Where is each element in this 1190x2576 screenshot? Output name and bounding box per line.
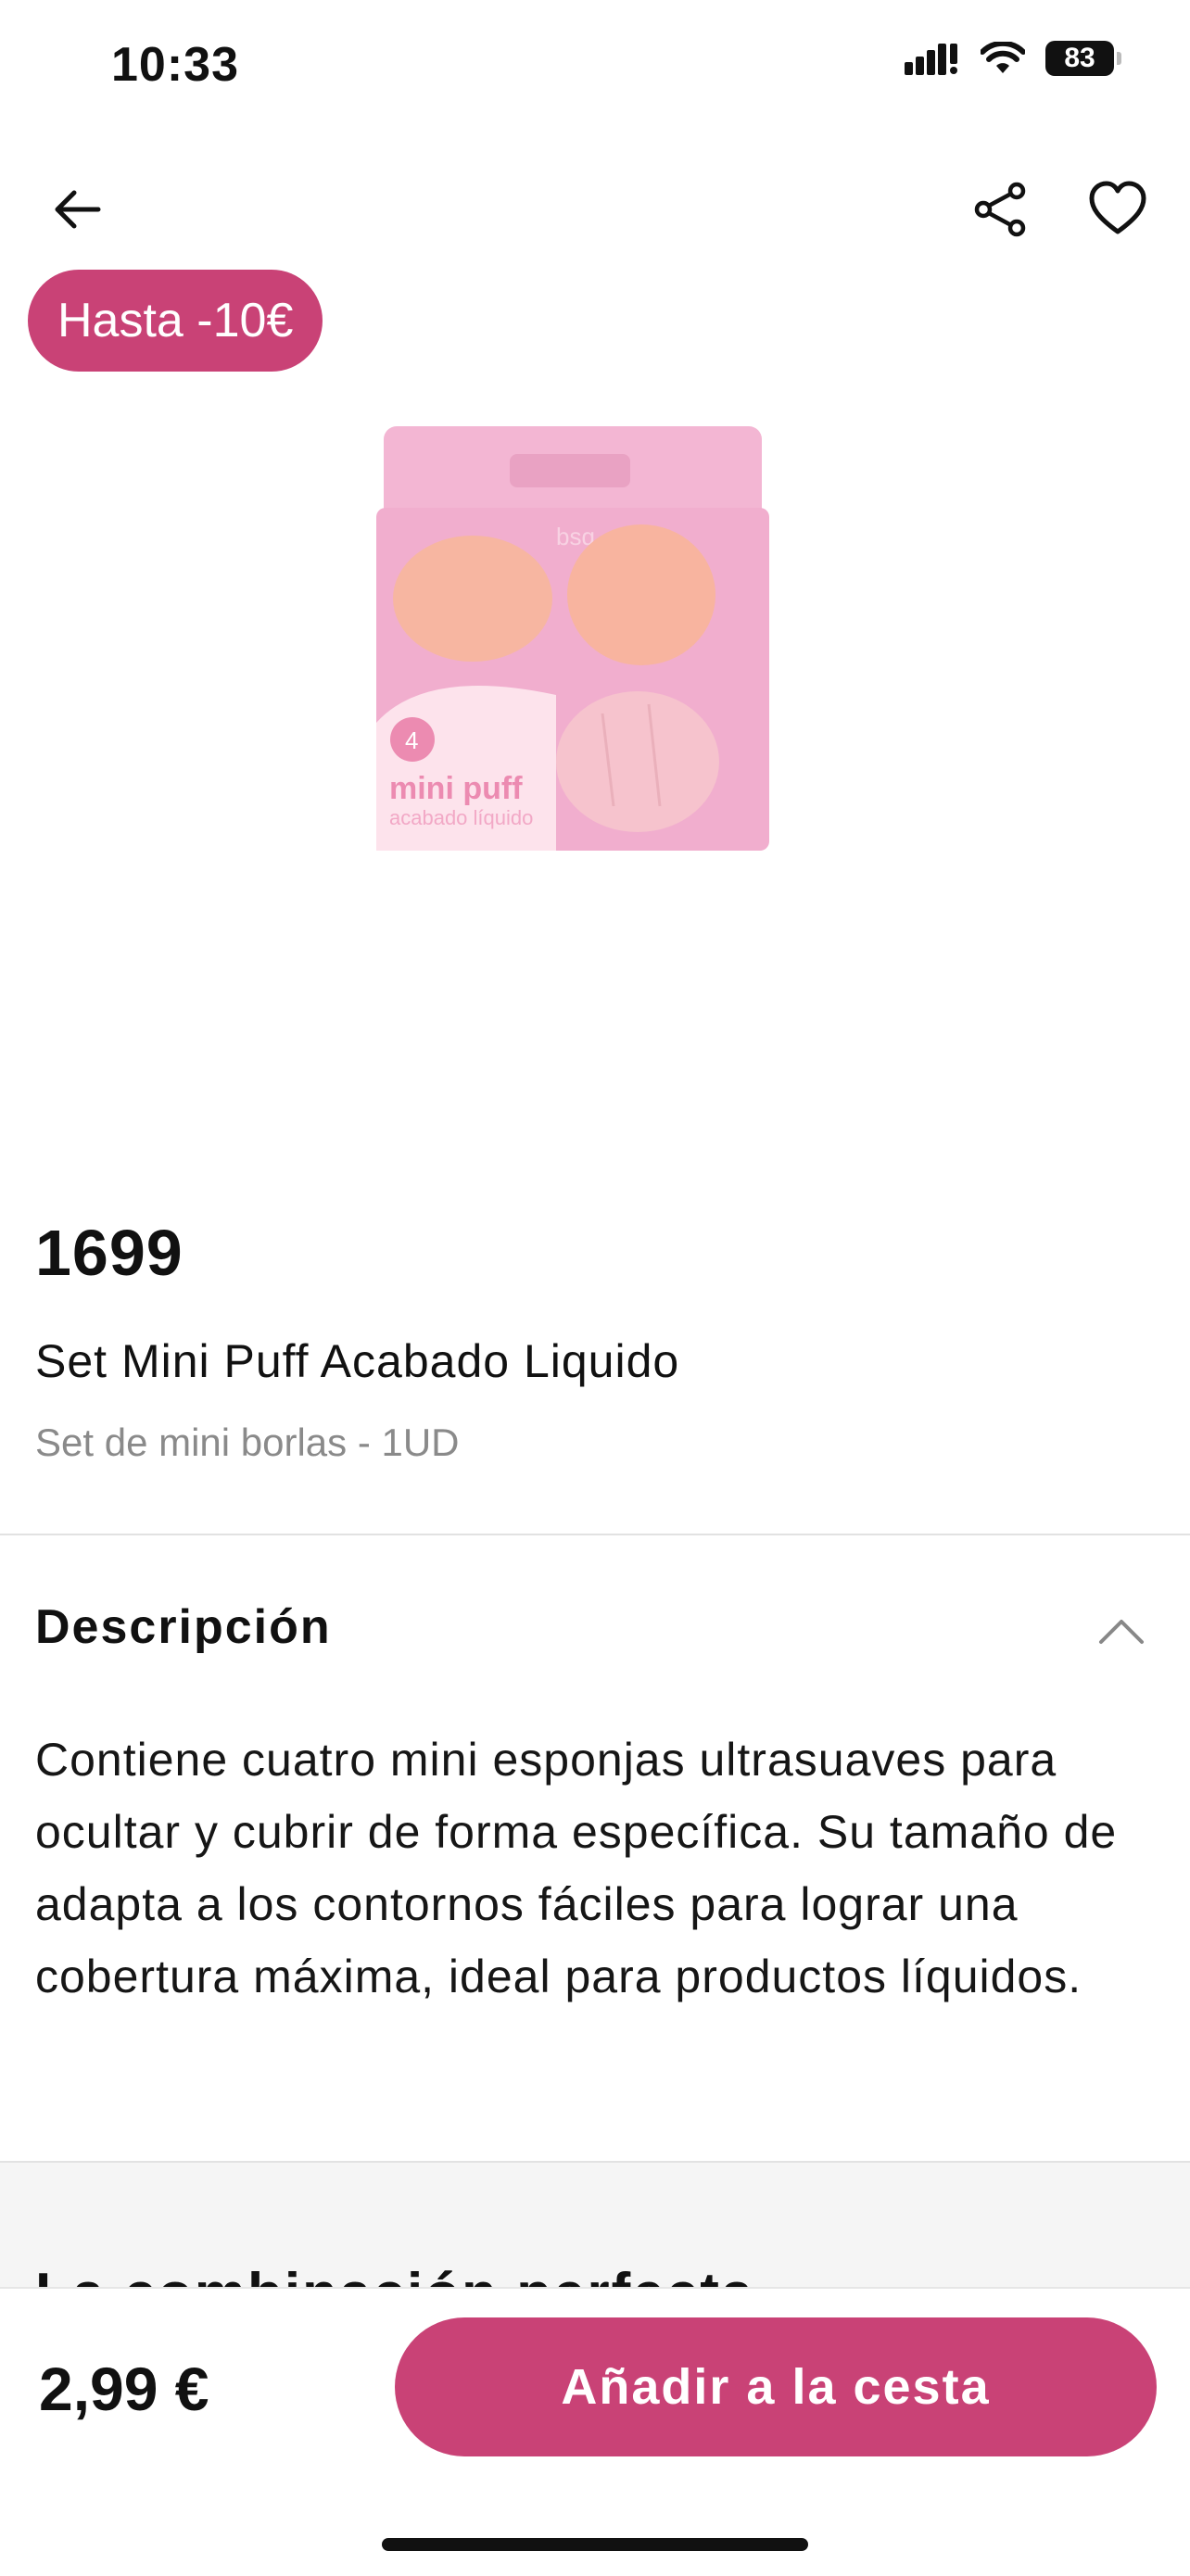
wifi-icon <box>981 42 1025 73</box>
add-to-cart-button[interactable]: Añadir a la cesta <box>395 2317 1157 2456</box>
favorite-button[interactable] <box>1084 176 1151 243</box>
product-price: 1699 <box>35 1217 184 1289</box>
product-title: Set Mini Puff Acabado Liquido <box>35 1335 680 1387</box>
discount-badge: Hasta -10€ <box>28 270 323 372</box>
status-time: 10:33 <box>111 38 239 92</box>
description-toggle[interactable] <box>1094 1603 1149 1659</box>
package-subtitle: acabado líquido <box>389 806 533 829</box>
heart-icon <box>1089 181 1146 234</box>
package-name: mini puff <box>389 771 523 806</box>
share-icon <box>974 182 1026 237</box>
back-button[interactable] <box>44 176 111 243</box>
status-icons: 83 <box>905 41 1121 76</box>
home-indicator[interactable] <box>382 2538 808 2551</box>
package-count: 4 <box>405 726 418 754</box>
product-subtitle: Set de mini borlas - 1UD <box>35 1421 460 1464</box>
back-arrow-icon <box>55 190 101 229</box>
product-image[interactable]: bsq 4 mini puff acabado líquido <box>371 417 788 862</box>
chevron-up-icon <box>1099 1620 1144 1644</box>
battery-icon: 83 <box>1045 41 1121 76</box>
divider <box>0 1534 1190 1535</box>
description-heading[interactable]: Descripción <box>35 1599 332 1655</box>
signal-icon <box>905 44 957 75</box>
description-text: Contiene cuatro mini esponjas ultrasuave… <box>35 1734 1118 2002</box>
share-button[interactable] <box>967 176 1033 243</box>
bottom-price: 2,99 € <box>39 2355 209 2423</box>
